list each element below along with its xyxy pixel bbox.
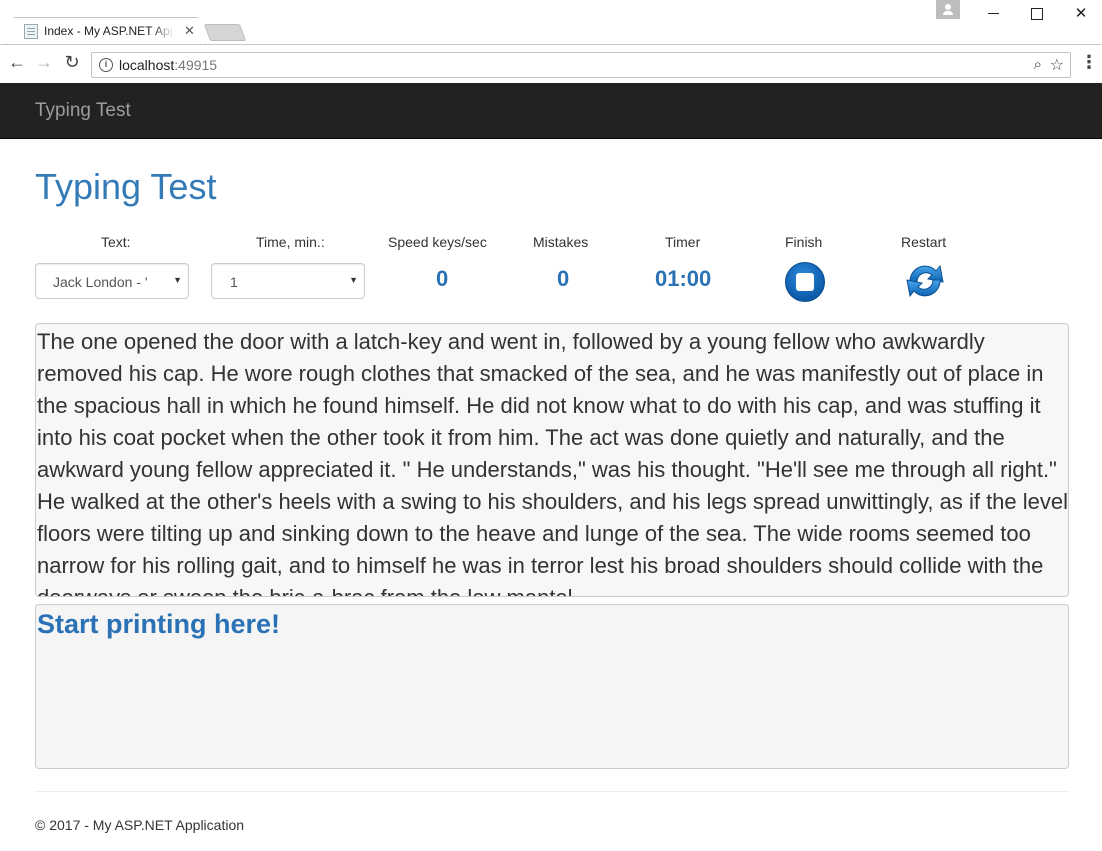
browser-toolbar: ← → ↻ i localhost:49915 ⌕ ☆ ⋮ [0, 44, 1102, 83]
speed-label: Speed keys/sec [388, 234, 487, 250]
speed-value: 0 [436, 266, 449, 291]
time-label: Time, min.: [256, 234, 325, 250]
window-close-button[interactable]: ✕ [1058, 0, 1102, 28]
profile-icon[interactable] [936, 0, 960, 19]
text-label: Text: [101, 234, 131, 250]
finish-label: Finish [785, 234, 823, 250]
mistakes-label: Mistakes [533, 234, 589, 250]
text-select-value: Jack London - ' [53, 274, 148, 290]
minimize-button[interactable] [970, 0, 1016, 28]
stop-icon[interactable] [785, 262, 825, 302]
timer-label: Timer [665, 234, 701, 250]
chevron-down-icon: ▼ [173, 275, 182, 285]
typing-prompt: Start printing here! [37, 609, 281, 639]
typing-input-area[interactable]: Start printing here! [35, 604, 1069, 769]
navbar-brand[interactable]: Typing Test [35, 100, 131, 122]
menu-icon[interactable]: ⋮ [1080, 53, 1098, 71]
tab-title: Index - My ASP.NET Application [44, 24, 174, 38]
forward-icon[interactable]: → [33, 51, 55, 73]
restart-label: Restart [901, 234, 947, 250]
footer-text: © 2017 - My ASP.NET Application [35, 817, 245, 833]
star-icon[interactable]: ☆ [1050, 55, 1064, 75]
url-text: localhost:49915 [119, 57, 218, 73]
footer-divider [35, 791, 1069, 792]
mistakes-value: 0 [557, 266, 570, 291]
time-select[interactable]: 1 ▼ [211, 263, 365, 299]
back-icon[interactable]: ← [6, 51, 28, 73]
address-bar[interactable]: i localhost:49915 ⌕ ☆ [91, 52, 1071, 78]
timer-value: 01:00 [655, 266, 712, 291]
close-icon[interactable]: ✕ [184, 23, 195, 39]
favicon-icon [24, 24, 38, 39]
passage-text: The one opened the door with a latch-key… [37, 329, 1069, 596]
refresh-icon[interactable] [902, 260, 948, 302]
info-icon[interactable]: i [99, 58, 113, 72]
browser-tabstrip: Index - My ASP.NET Application ✕ ✕ [0, 0, 1102, 45]
browser-tab-active[interactable]: Index - My ASP.NET Application ✕ [6, 17, 206, 45]
zoom-icon[interactable]: ⌕ [1034, 56, 1042, 73]
new-tab-button[interactable] [203, 24, 247, 41]
passage-text-box[interactable]: The one opened the door with a latch-key… [35, 323, 1069, 597]
time-select-value: 1 [230, 274, 238, 290]
chevron-down-icon: ▼ [349, 275, 358, 285]
text-select[interactable]: Jack London - ' ▼ [35, 263, 189, 299]
page-title: Typing Test [35, 166, 217, 207]
reload-icon[interactable]: ↻ [61, 51, 83, 73]
navbar: Typing Test [0, 83, 1102, 139]
maximize-button[interactable] [1013, 0, 1059, 28]
